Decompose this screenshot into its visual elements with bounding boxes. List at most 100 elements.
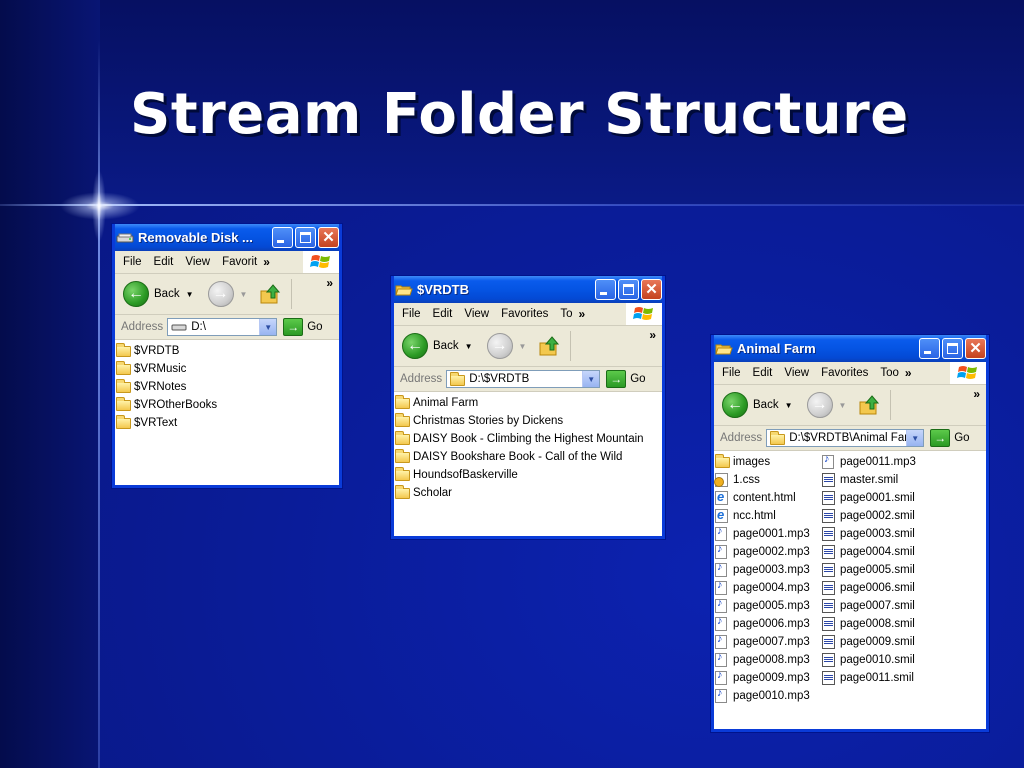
titlebar[interactable]: Removable Disk ... ✕ (115, 224, 339, 251)
menu-favorites[interactable]: Favorites (501, 308, 548, 320)
menu-file[interactable]: File (123, 256, 142, 268)
menu-overflow-chevron-icon[interactable]: » (579, 307, 586, 321)
menu-edit[interactable]: Edit (154, 256, 174, 268)
menu-tools[interactable]: Too (880, 367, 899, 379)
close-button[interactable]: ✕ (318, 227, 339, 248)
list-item[interactable]: page0005.mp3 (715, 597, 822, 615)
list-item[interactable]: page0003.smil (822, 525, 972, 543)
close-icon: ✕ (969, 340, 982, 357)
list-item[interactable]: Christmas Stories by Dickens (395, 412, 662, 430)
go-button[interactable]: → Go (606, 370, 646, 388)
list-item[interactable]: page0004.smil (822, 543, 972, 561)
list-item[interactable]: $VRMusic (116, 360, 339, 378)
forward-dropdown-icon[interactable]: ▼ (839, 401, 847, 410)
list-item[interactable]: master.smil (822, 471, 972, 489)
address-input[interactable]: D:\$VRDTB\Animal Farm ▼ (766, 429, 925, 447)
titlebar[interactable]: $VRDTB ✕ (394, 276, 662, 303)
back-button-label[interactable]: Back (753, 399, 779, 411)
menu-tools[interactable]: To (560, 308, 572, 320)
list-item[interactable]: ncc.html (715, 507, 822, 525)
folder-up-icon[interactable] (538, 334, 562, 358)
list-item[interactable]: DAISY Bookshare Book - Call of the Wild (395, 448, 662, 466)
minimize-button[interactable] (272, 227, 293, 248)
menu-favorites[interactable]: Favorites (821, 367, 868, 379)
list-item[interactable]: page0009.smil (822, 633, 972, 651)
toolbar-overflow-chevron-icon[interactable]: » (973, 387, 980, 401)
folder-up-icon[interactable] (858, 393, 882, 417)
back-arrow-icon[interactable]: ← (123, 281, 149, 307)
list-item[interactable]: page0005.smil (822, 561, 972, 579)
list-item[interactable]: page0008.mp3 (715, 651, 822, 669)
list-item[interactable]: page0011.mp3 (822, 453, 972, 471)
back-arrow-icon[interactable]: ← (402, 333, 428, 359)
titlebar[interactable]: Animal Farm ✕ (714, 335, 986, 362)
list-item[interactable]: page0007.mp3 (715, 633, 822, 651)
list-item[interactable]: page0006.mp3 (715, 615, 822, 633)
address-input[interactable]: D:\$VRDTB ▼ (446, 370, 601, 388)
folder-up-icon[interactable] (259, 282, 283, 306)
address-dropdown-icon[interactable]: ▼ (259, 319, 277, 335)
item-label: $VRText (134, 417, 178, 429)
toolbar-overflow-chevron-icon[interactable]: » (649, 328, 656, 342)
back-dropdown-icon[interactable]: ▼ (186, 290, 194, 299)
back-dropdown-icon[interactable]: ▼ (785, 401, 793, 410)
minimize-button[interactable] (919, 338, 940, 359)
menu-overflow-chevron-icon[interactable]: » (263, 255, 270, 269)
list-item[interactable]: page0001.mp3 (715, 525, 822, 543)
list-item[interactable]: DAISY Book - Climbing the Highest Mounta… (395, 430, 662, 448)
menu-file[interactable]: File (402, 308, 421, 320)
forward-arrow-icon[interactable]: → (806, 392, 833, 418)
list-item[interactable]: $VRDTB (116, 342, 339, 360)
back-dropdown-icon[interactable]: ▼ (465, 342, 473, 351)
list-item[interactable]: $VRNotes (116, 378, 339, 396)
list-item[interactable]: page0008.smil (822, 615, 972, 633)
maximize-button[interactable] (295, 227, 316, 248)
list-item[interactable]: page0002.smil (822, 507, 972, 525)
list-item[interactable]: $VROtherBooks (116, 396, 339, 414)
list-item[interactable]: page0002.mp3 (715, 543, 822, 561)
maximize-button[interactable] (942, 338, 963, 359)
close-button[interactable]: ✕ (641, 279, 662, 300)
list-item[interactable]: HoundsofBaskerville (395, 466, 662, 484)
list-item[interactable]: page0010.mp3 (715, 687, 822, 705)
list-item[interactable]: page0007.smil (822, 597, 972, 615)
list-item[interactable]: content.html (715, 489, 822, 507)
list-item[interactable]: Scholar (395, 484, 662, 502)
close-button[interactable]: ✕ (965, 338, 986, 359)
list-item[interactable]: page0004.mp3 (715, 579, 822, 597)
toolbar-overflow-chevron-icon[interactable]: » (326, 276, 333, 290)
address-dropdown-icon[interactable]: ▼ (906, 430, 924, 446)
list-item[interactable]: 1.css (714, 471, 822, 489)
menu-view[interactable]: View (784, 367, 809, 379)
back-button-label[interactable]: Back (433, 340, 459, 352)
forward-dropdown-icon[interactable]: ▼ (240, 290, 248, 299)
back-button-label[interactable]: Back (154, 288, 180, 300)
menu-overflow-chevron-icon[interactable]: » (905, 366, 912, 380)
minimize-button[interactable] (595, 279, 616, 300)
go-button[interactable]: → Go (930, 429, 970, 447)
menu-file[interactable]: File (722, 367, 741, 379)
folder-open-icon (395, 283, 413, 297)
list-item[interactable]: images (715, 453, 822, 471)
menu-edit[interactable]: Edit (753, 367, 773, 379)
list-item[interactable]: page0010.smil (822, 651, 972, 669)
list-item[interactable]: page0006.smil (822, 579, 972, 597)
list-item[interactable]: page0003.mp3 (715, 561, 822, 579)
maximize-button[interactable] (618, 279, 639, 300)
forward-dropdown-icon[interactable]: ▼ (519, 342, 527, 351)
list-item[interactable]: page0009.mp3 (715, 669, 822, 687)
list-item[interactable]: page0011.smil (822, 669, 972, 687)
list-item[interactable]: Animal Farm (395, 394, 662, 412)
menu-edit[interactable]: Edit (433, 308, 453, 320)
menu-view[interactable]: View (185, 256, 210, 268)
list-item[interactable]: $VRText (116, 414, 339, 432)
forward-arrow-icon[interactable]: → (486, 333, 513, 359)
go-button[interactable]: → Go (283, 318, 323, 336)
menu-view[interactable]: View (464, 308, 489, 320)
menu-favorites[interactable]: Favorit (222, 256, 257, 268)
list-item[interactable]: page0001.smil (822, 489, 972, 507)
address-input[interactable]: D:\ ▼ (167, 318, 278, 336)
back-arrow-icon[interactable]: ← (722, 392, 748, 418)
forward-arrow-icon[interactable]: → (207, 281, 234, 307)
address-dropdown-icon[interactable]: ▼ (582, 371, 600, 387)
